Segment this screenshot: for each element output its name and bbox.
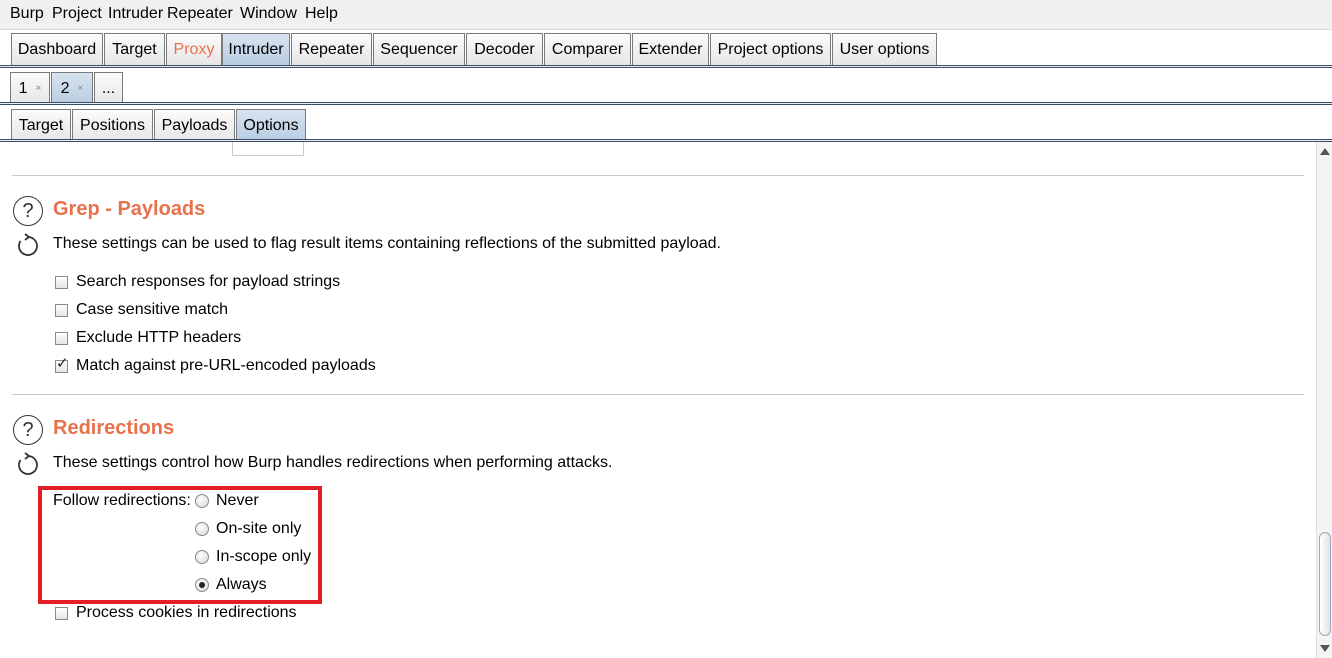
subtab-payloads[interactable]: Payloads bbox=[154, 109, 235, 141]
tab-decoder[interactable]: Decoder bbox=[466, 33, 543, 65]
case-sensitive-checkbox[interactable]: Case sensitive match bbox=[55, 301, 228, 319]
subtab-target[interactable]: Target bbox=[11, 109, 71, 141]
section-divider bbox=[12, 394, 1304, 395]
tab-dashboard[interactable]: Dashboard bbox=[11, 33, 103, 65]
search-payload-strings-checkbox[interactable]: Search responses for payload strings bbox=[55, 273, 340, 291]
vertical-scrollbar[interactable] bbox=[1316, 142, 1332, 658]
checkbox[interactable] bbox=[55, 606, 68, 620]
checkbox-label: Exclude HTTP headers bbox=[76, 329, 242, 346]
partially-visible-field[interactable] bbox=[232, 142, 304, 156]
menu-burp[interactable]: Burp bbox=[10, 5, 44, 23]
scrollbar-thumb[interactable] bbox=[1319, 532, 1331, 636]
menu-bar: Burp Project Intruder Repeater Window He… bbox=[0, 0, 1332, 30]
subtab-positions[interactable]: Positions bbox=[72, 109, 153, 141]
grep-payloads-title: Grep - Payloads bbox=[53, 198, 206, 220]
checkbox[interactable] bbox=[55, 303, 68, 317]
annotation-highlight-box bbox=[38, 486, 322, 604]
attack-tab-1[interactable]: 1 × bbox=[10, 72, 50, 104]
menu-window[interactable]: Window bbox=[240, 5, 297, 23]
tab-extender[interactable]: Extender bbox=[632, 33, 709, 65]
checkbox[interactable]: ✓ bbox=[55, 356, 69, 373]
refresh-icon[interactable] bbox=[15, 233, 41, 259]
tab-comparer[interactable]: Comparer bbox=[544, 33, 631, 65]
redirections-title: Redirections bbox=[53, 417, 175, 439]
tab-repeater[interactable]: Repeater bbox=[291, 33, 372, 65]
attack-tab-bar: 1 × 2 × ... bbox=[0, 70, 1332, 105]
tab-separator bbox=[0, 102, 1332, 105]
match-pre-url-encoded-checkbox[interactable]: ✓ Match against pre-URL-encoded payloads bbox=[55, 356, 376, 375]
tab-intruder[interactable]: Intruder bbox=[222, 33, 290, 65]
redirections-description: These settings control how Burp handles … bbox=[53, 454, 613, 471]
tab-user-options[interactable]: User options bbox=[832, 33, 937, 65]
tab-separator bbox=[0, 65, 1332, 68]
help-icon[interactable]: ? bbox=[13, 415, 43, 445]
check-mark-icon: ✓ bbox=[56, 354, 69, 372]
process-cookies-checkbox[interactable]: Process cookies in redirections bbox=[55, 604, 297, 622]
attack-tab-label: 1 bbox=[18, 79, 28, 97]
tab-sequencer[interactable]: Sequencer bbox=[373, 33, 465, 65]
exclude-http-headers-checkbox[interactable]: Exclude HTTP headers bbox=[55, 329, 241, 347]
help-icon[interactable]: ? bbox=[13, 196, 43, 226]
checkbox[interactable] bbox=[55, 275, 68, 289]
section-divider bbox=[12, 175, 1304, 176]
checkbox-label: Process cookies in redirections bbox=[76, 604, 297, 621]
checkbox-label: Case sensitive match bbox=[76, 301, 229, 318]
menu-help[interactable]: Help bbox=[305, 5, 338, 23]
attack-tab-2[interactable]: 2 × bbox=[51, 72, 93, 104]
scroll-up-arrow-icon[interactable] bbox=[1320, 148, 1330, 155]
close-icon[interactable]: × bbox=[78, 83, 84, 94]
options-panel: ? Grep - Payloads These settings can be … bbox=[0, 142, 1316, 658]
tab-target[interactable]: Target bbox=[104, 33, 165, 65]
subtab-options[interactable]: Options bbox=[236, 109, 306, 141]
menu-repeater[interactable]: Repeater bbox=[167, 5, 233, 23]
refresh-icon[interactable] bbox=[15, 452, 41, 478]
tab-proxy[interactable]: Proxy bbox=[166, 33, 222, 65]
tab-project-options[interactable]: Project options bbox=[710, 33, 831, 65]
main-tab-bar: Dashboard Target Proxy Intruder Repeater… bbox=[0, 30, 1332, 68]
scroll-down-arrow-icon[interactable] bbox=[1320, 645, 1330, 652]
sub-tab-bar: Target Positions Payloads Options bbox=[0, 108, 1332, 142]
new-attack-tab[interactable]: ... bbox=[94, 72, 123, 104]
attack-tab-label: 2 bbox=[60, 79, 70, 97]
checkbox-label: Search responses for payload strings bbox=[76, 273, 341, 290]
menu-intruder[interactable]: Intruder bbox=[108, 5, 163, 23]
grep-payloads-description: These settings can be used to flag resul… bbox=[53, 235, 721, 252]
checkbox-label: Match against pre-URL-encoded payloads bbox=[76, 357, 376, 374]
checkbox[interactable] bbox=[55, 331, 68, 345]
menu-project[interactable]: Project bbox=[52, 5, 102, 23]
close-icon[interactable]: × bbox=[36, 83, 42, 94]
